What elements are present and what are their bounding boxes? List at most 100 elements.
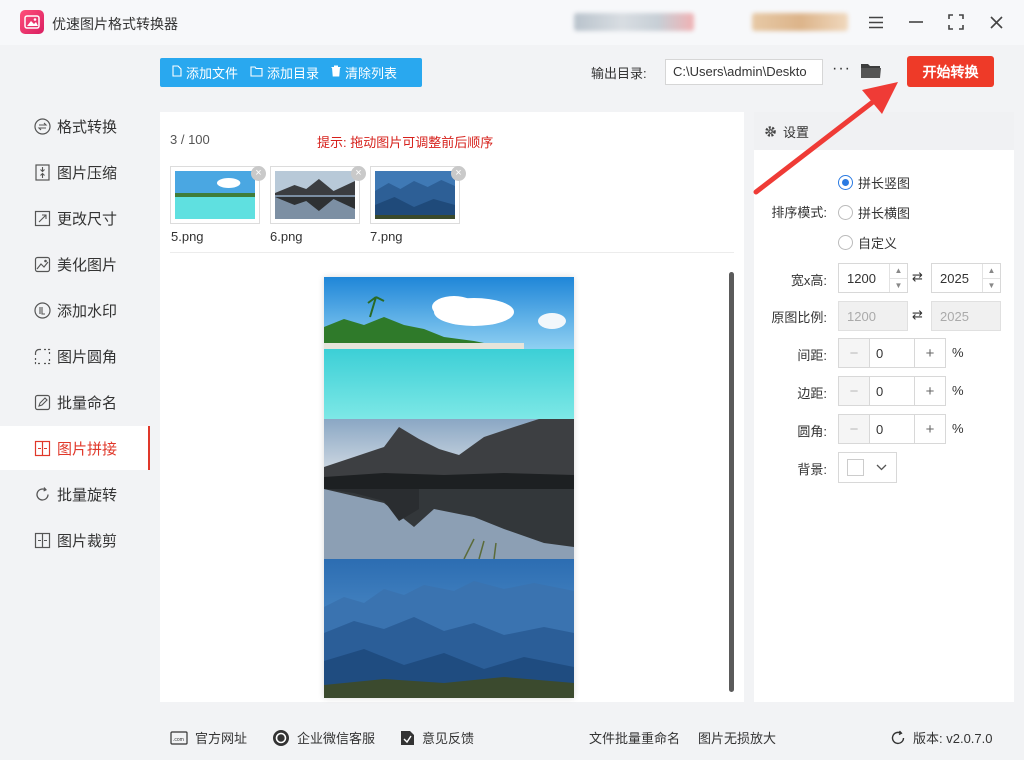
sidebar-item-label: 格式转换 xyxy=(57,118,118,136)
crop-icon xyxy=(33,531,51,549)
stitched-preview xyxy=(324,277,574,698)
file-icon xyxy=(172,65,182,80)
version-info[interactable]: 版本: v2.0.7.0 xyxy=(890,728,992,747)
website-label: 官方网址 xyxy=(195,731,248,746)
beach-thumbnail-image xyxy=(175,171,255,219)
sidebar-item-stitch[interactable]: 图片拼接 xyxy=(0,426,150,470)
sort-option-label: 拼长横图 xyxy=(858,206,911,221)
remove-thumbnail-7-icon[interactable]: × xyxy=(451,166,466,181)
minimize-icon[interactable] xyxy=(903,10,929,34)
width-spinner[interactable]: ▲ ▼ xyxy=(889,264,907,292)
minus-icon[interactable]: − xyxy=(838,376,870,406)
sidebar-item-crop[interactable]: 图片裁剪 xyxy=(0,518,150,562)
ratio-height-input: 2025 xyxy=(931,301,1001,331)
height-input[interactable]: 2025 ▲ ▼ xyxy=(931,263,1001,293)
width-input[interactable]: 1200 ▲ ▼ xyxy=(838,263,908,293)
wechat-icon xyxy=(272,729,290,747)
plus-icon[interactable]: + xyxy=(914,376,946,406)
format-convert-icon xyxy=(33,117,51,135)
ratio-width-input: 1200 xyxy=(838,301,908,331)
sidebar-item-label: 美化图片 xyxy=(57,256,118,274)
sort-option-custom[interactable]: 自定义 xyxy=(838,233,897,252)
website-link[interactable]: .com 官方网址 xyxy=(170,728,247,747)
radius-stepper[interactable]: − 0 + xyxy=(838,414,946,444)
feedback-icon xyxy=(400,730,415,746)
plus-icon[interactable]: + xyxy=(914,338,946,368)
chevron-down-icon[interactable]: ▼ xyxy=(890,279,907,293)
maximize-icon[interactable] xyxy=(943,10,969,34)
sort-option-horizontal[interactable]: 拼长横图 xyxy=(838,203,910,222)
remove-thumbnail-5-icon[interactable]: × xyxy=(251,166,266,181)
version-label: 版本: v2.0.7.0 xyxy=(913,731,993,746)
sidebar-item-label: 图片裁剪 xyxy=(57,532,118,550)
sidebar-item-rotate[interactable]: 批量旋转 xyxy=(0,472,150,516)
add-file-button[interactable]: 添加文件 xyxy=(172,63,238,82)
radio[interactable] xyxy=(838,235,853,250)
radius-value[interactable]: 0 xyxy=(870,414,914,444)
output-dir-label: 输出目录: xyxy=(591,66,647,81)
chevron-up-icon[interactable]: ▲ xyxy=(983,264,1000,279)
margin-value[interactable]: 0 xyxy=(870,376,914,406)
more-options-button[interactable]: ··· xyxy=(832,60,851,78)
width-value: 1200 xyxy=(847,270,876,286)
clear-list-button[interactable]: 清除列表 xyxy=(331,63,397,82)
add-folder-button[interactable]: 添加目录 xyxy=(250,63,319,82)
minus-icon[interactable]: − xyxy=(838,338,870,368)
lake-thumbnail-image xyxy=(275,171,355,219)
menu-icon[interactable] xyxy=(863,10,889,34)
clear-list-label: 清除列表 xyxy=(345,66,398,81)
wechat-label: 企业微信客服 xyxy=(297,731,376,746)
sidebar-item-label: 添加水印 xyxy=(57,302,118,320)
remove-thumbnail-6-icon[interactable]: × xyxy=(351,166,366,181)
sidebar-item-round-corner[interactable]: 图片圆角 xyxy=(0,334,150,378)
sort-option-label: 自定义 xyxy=(858,236,898,251)
ratio-label: 原图比例: xyxy=(771,310,827,325)
sidebar-item-label: 图片压缩 xyxy=(57,164,118,182)
wechat-service-link[interactable]: 企业微信客服 xyxy=(272,728,375,747)
lossless-upscale-link[interactable]: 图片无损放大 xyxy=(698,728,776,747)
add-file-label: 添加文件 xyxy=(186,66,239,81)
divider xyxy=(170,252,734,253)
sidebar-item-format-convert[interactable]: 格式转换 xyxy=(0,104,150,148)
thumbnail-5[interactable] xyxy=(170,166,260,224)
sidebar-item-beautify[interactable]: 美化图片 xyxy=(0,242,150,286)
sidebar-item-label: 批量命名 xyxy=(57,394,118,412)
margin-label: 边距: xyxy=(797,386,827,401)
folder-outline-icon xyxy=(250,65,263,80)
chevron-down-icon[interactable]: ▼ xyxy=(983,279,1000,293)
sidebar-item-label: 图片圆角 xyxy=(57,348,118,366)
color-swatch xyxy=(847,459,864,476)
sidebar-item-resize[interactable]: 更改尺寸 xyxy=(0,196,150,240)
sidebar-item-watermark[interactable]: 添加水印 xyxy=(0,288,150,332)
thumbnail-7[interactable] xyxy=(370,166,460,224)
minus-icon[interactable]: − xyxy=(838,414,870,444)
chevron-up-icon[interactable]: ▲ xyxy=(890,264,907,279)
spacing-label: 间距: xyxy=(797,348,827,363)
batch-rename-link[interactable]: 文件批量重命名 xyxy=(589,728,680,747)
annotation-arrow xyxy=(753,82,898,195)
spacing-value[interactable]: 0 xyxy=(870,338,914,368)
background-label: 背景: xyxy=(797,462,827,477)
thumbnail-6[interactable] xyxy=(270,166,360,224)
background-color-picker[interactable] xyxy=(838,452,897,483)
sidebar-item-compress[interactable]: 图片压缩 xyxy=(0,150,150,194)
radio[interactable] xyxy=(838,205,853,220)
settings-panel xyxy=(754,112,1014,702)
margin-stepper[interactable]: − 0 + xyxy=(838,376,946,406)
start-convert-button[interactable]: 开始转换 xyxy=(907,56,994,87)
height-spinner[interactable]: ▲ ▼ xyxy=(982,264,1000,292)
preview-scrollbar[interactable] xyxy=(729,272,734,692)
margin-unit: % xyxy=(952,383,964,398)
stitched-preview-image xyxy=(324,277,574,698)
rotate-icon xyxy=(33,485,51,503)
resize-icon xyxy=(33,209,51,227)
sidebar-item-rename[interactable]: 批量命名 xyxy=(0,380,150,424)
spacing-stepper[interactable]: − 0 + xyxy=(838,338,946,368)
beautify-icon xyxy=(33,255,51,273)
plus-icon[interactable]: + xyxy=(914,414,946,444)
sort-mode-label: 排序模式: xyxy=(771,205,827,220)
feedback-link[interactable]: 意见反馈 xyxy=(400,728,474,747)
swap-icon[interactable]: ⇄ xyxy=(912,269,923,285)
height-value: 2025 xyxy=(940,270,969,286)
close-icon[interactable] xyxy=(983,10,1009,34)
